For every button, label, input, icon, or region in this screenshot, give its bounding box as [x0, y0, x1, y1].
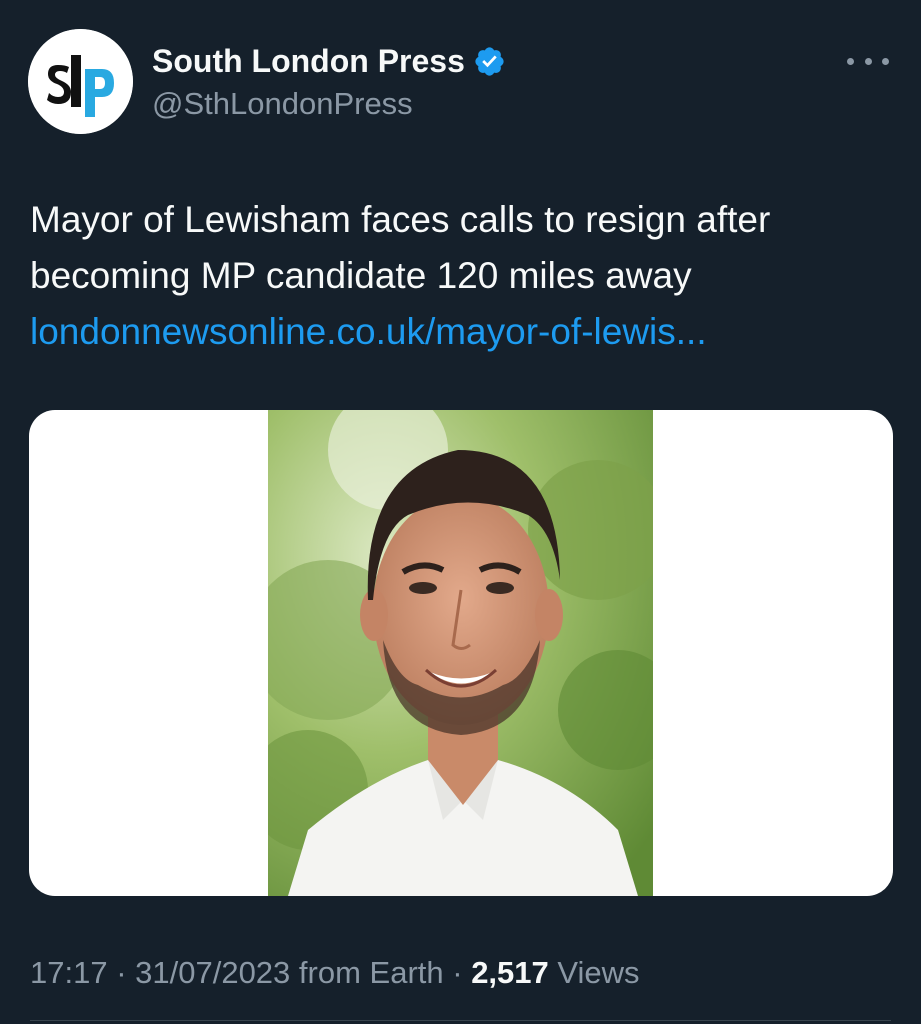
- slp-logo: [28, 29, 133, 134]
- more-dot: [864, 57, 872, 65]
- more-horizontal-icon[interactable]: [847, 46, 889, 76]
- tweet-text-line: becoming MP candidate 120 miles away: [30, 255, 692, 296]
- divider: [30, 1020, 891, 1021]
- tweet-time[interactable]: 17:17: [30, 955, 108, 990]
- tweet-date[interactable]: 31/07/2023: [135, 955, 290, 990]
- author-display-name[interactable]: South London Press: [152, 40, 465, 82]
- author-handle[interactable]: @SthLondonPress: [152, 84, 506, 124]
- tweet-media-card[interactable]: [29, 410, 893, 896]
- views-count[interactable]: 2,517: [471, 955, 549, 990]
- tweet-link[interactable]: londonnewsonline.co.uk/mayor-of-lewis...: [30, 304, 890, 360]
- author-name-row: South London Press: [152, 40, 506, 82]
- tweet-text-line: Mayor of Lewisham faces calls to resign …: [30, 199, 771, 240]
- author-block: South London Press @SthLondonPress: [152, 40, 506, 124]
- tweet: South London Press @SthLondonPress Mayor…: [0, 0, 921, 1024]
- tweet-source: from Earth: [290, 955, 444, 990]
- tweet-text: Mayor of Lewisham faces calls to resign …: [30, 192, 890, 360]
- more-dot: [882, 57, 889, 65]
- more-dot: [847, 57, 854, 65]
- meta-separator: ·: [443, 955, 472, 990]
- portrait-photo: [268, 410, 653, 896]
- verified-badge-icon: [473, 45, 506, 78]
- views-label: Views: [548, 955, 640, 990]
- meta-separator: ·: [107, 955, 136, 990]
- avatar[interactable]: [28, 29, 133, 134]
- tweet-meta: 17:17 · 31/07/2023 from Earth · 2,517 Vi…: [30, 951, 640, 995]
